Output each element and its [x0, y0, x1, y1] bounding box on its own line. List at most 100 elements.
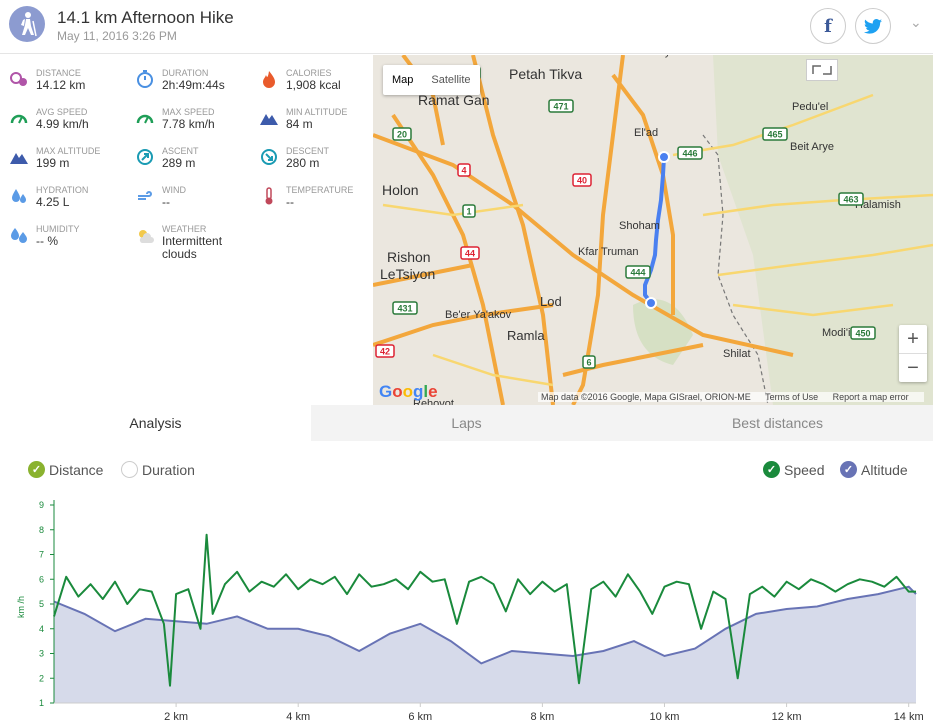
place-label: Rosh Haayin — [616, 55, 679, 58]
x-tick-label: 2 km — [164, 711, 188, 723]
road-number: 42 — [380, 347, 390, 357]
twitter-icon — [864, 18, 882, 34]
terms-link[interactable]: Terms of Use — [765, 392, 818, 402]
x-tick-label: 8 km — [530, 711, 554, 723]
logo-letter: e — [428, 382, 438, 401]
stat-label: TEMPERATURE — [286, 185, 354, 195]
y-axis-label: km /h — [16, 596, 26, 618]
road-number: 471 — [553, 102, 568, 112]
stat-value: 199 m — [36, 156, 70, 170]
x-tick-label: 4 km — [286, 711, 310, 723]
series-altitude-toggle[interactable]: ✓ Altitude — [840, 461, 908, 478]
road-number: 450 — [855, 329, 870, 339]
stat-label: MAX SPEED — [162, 107, 215, 117]
fullscreen-button[interactable] — [806, 59, 838, 81]
x-mode-distance-label: Distance — [49, 461, 104, 478]
stat-value: -- % — [36, 234, 58, 248]
place-label: Kfar Truman — [578, 246, 639, 258]
x-mode-distance-radio[interactable]: ✓ Distance — [28, 461, 103, 478]
activity-title: 14.1 km Afternoon Hike — [57, 8, 234, 27]
tab-analysis[interactable]: Analysis — [0, 405, 311, 441]
stat-label: HUMIDITY — [36, 224, 80, 234]
place-label: Be'er Ya'akov — [445, 309, 512, 321]
chevron-down-icon[interactable]: ⌄ — [910, 14, 922, 31]
logo-letter: g — [413, 382, 424, 401]
twitter-share-button[interactable] — [855, 8, 891, 44]
distance-icon — [10, 72, 27, 86]
map-type-map-button[interactable]: Map — [383, 65, 422, 95]
place-label: Ramla — [507, 328, 545, 343]
road-number: 20 — [397, 130, 407, 140]
road-number: 444 — [630, 268, 645, 278]
ascent-icon — [137, 149, 153, 165]
stat-label: AVG SPEED — [36, 107, 88, 117]
road-number: 44 — [465, 249, 475, 259]
stat-value: 2h:49m:44s — [162, 78, 225, 92]
altitude-area — [54, 586, 916, 703]
activity-date: May 11, 2016 3:26 PM — [57, 29, 177, 43]
humidity-icon — [11, 228, 27, 243]
thermometer-icon — [265, 187, 273, 205]
y-tick-label: 4 — [39, 624, 44, 634]
stat-label: CALORIES — [286, 68, 332, 78]
stat-value: -- — [162, 195, 170, 209]
y-tick-label: 6 — [39, 574, 44, 584]
stat-value: 14.12 km — [36, 78, 86, 92]
map-type-satellite-button[interactable]: Satellite — [422, 65, 479, 95]
road-number: 463 — [843, 195, 858, 205]
road-number: 4 — [461, 166, 466, 176]
logo-letter: G — [379, 382, 393, 401]
map-canvas[interactable]: Petah TikvaRamat GanHolonRishonLeTsiyonL… — [373, 55, 933, 405]
y-tick-label: 3 — [39, 649, 44, 659]
route-map[interactable]: Petah Tikva Ramat Gan Holon Rishon LeTsiyon L… — [373, 55, 933, 405]
road-number: 446 — [682, 149, 697, 159]
road-number: 431 — [397, 304, 412, 314]
stat-label: DURATION — [162, 68, 209, 78]
place-label: Holon — [382, 182, 419, 198]
speed-altitude-chart[interactable]: 1 2 3 4 5 6 7 8 9 km /h 2 km 4 km 6 km 8 km 10 km 12 km… — [0, 490, 933, 728]
map-type-toggle[interactable]: Map Satellite — [383, 65, 480, 95]
stat-value: Intermittent clouds — [162, 234, 223, 261]
x-mode-duration-label: Duration — [142, 461, 195, 478]
report-error-link[interactable]: Report a map error — [833, 392, 909, 402]
stat-label: MIN ALTITUDE — [286, 107, 348, 117]
place-label: Lod — [540, 294, 562, 309]
road-number: 465 — [767, 130, 782, 140]
y-tick-label: 1 — [39, 698, 44, 708]
route-end-marker-icon — [645, 297, 657, 309]
stat-label: WIND — [162, 185, 186, 195]
speedometer-icon — [10, 114, 28, 124]
series-speed-toggle[interactable]: ✓ Speed — [763, 461, 824, 478]
place-label: Pedu'el — [792, 101, 828, 113]
x-tick-label: 14 km — [894, 711, 924, 723]
checkmark-icon: ✓ — [28, 461, 45, 478]
y-tick-label: 9 — [39, 500, 44, 510]
tab-best-distances[interactable]: Best distances — [622, 405, 933, 441]
place-label: El'ad — [634, 127, 658, 139]
road-number: 1 — [466, 207, 471, 217]
facebook-icon: f — [824, 15, 832, 37]
stat-label: MAX ALTITUDE — [36, 146, 101, 156]
stat-value: 4.25 L — [36, 195, 70, 209]
stat-value: 7.78 km/h — [162, 117, 215, 131]
zoom-out-button[interactable]: − — [899, 354, 927, 382]
place-label: Shilat — [723, 348, 751, 360]
place-label: Shoham — [619, 220, 660, 232]
logo-letter: o — [392, 382, 403, 401]
stat-value: 280 m — [286, 156, 320, 170]
stopwatch-icon — [137, 70, 153, 88]
route-start-marker-icon — [658, 151, 670, 163]
weather-icon — [139, 230, 154, 243]
stat-label: DESCENT — [286, 146, 330, 156]
logo-letter: o — [402, 382, 414, 401]
y-tick-label: 8 — [39, 525, 44, 535]
tab-laps[interactable]: Laps — [311, 405, 622, 441]
stat-value: 1,908 kcal — [286, 78, 341, 92]
facebook-share-button[interactable]: f — [810, 8, 846, 44]
drops-icon — [12, 189, 26, 203]
place-label: Petah Tikva — [509, 66, 582, 82]
x-mode-duration-radio[interactable]: Duration — [121, 461, 195, 478]
zoom-in-button[interactable]: + — [899, 325, 927, 353]
wind-icon — [138, 191, 152, 200]
flame-icon — [263, 71, 275, 88]
